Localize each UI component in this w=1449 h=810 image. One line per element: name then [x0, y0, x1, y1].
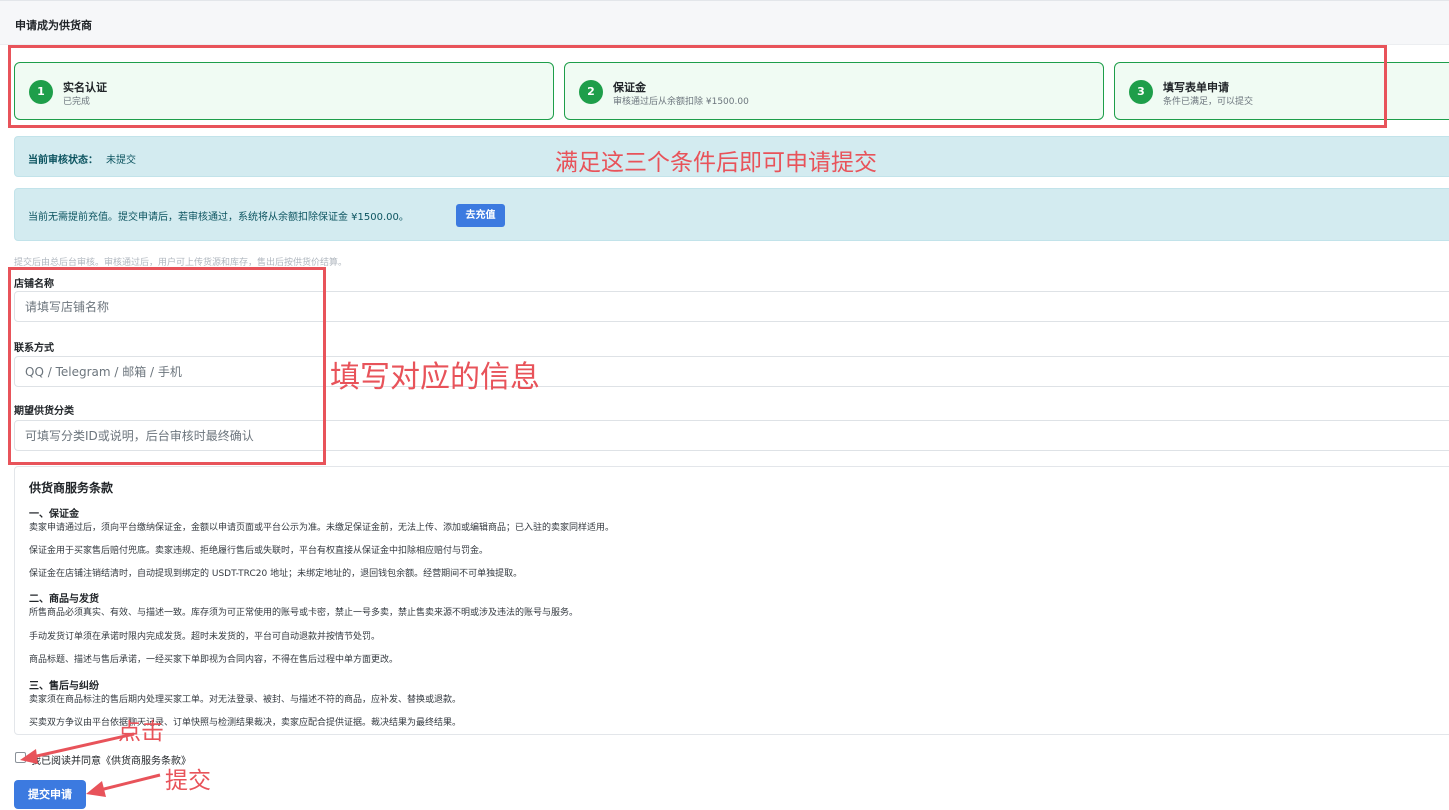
- terms-section-heading: 二、商品与发货: [29, 594, 99, 605]
- status-value: 未提交: [106, 155, 136, 166]
- annotation-steps-note: 满足这三个条件后即可申请提交: [555, 150, 877, 176]
- terms-paragraph: 所售商品必须真实、有效、与描述一致。库存须为可正常使用的账号或卡密，禁止一号多卖…: [29, 608, 579, 618]
- terms-paragraph: 保证金在店铺注销结清时，自动提现到绑定的 USDT-TRC20 地址；未绑定地址…: [29, 569, 523, 579]
- annotation-form-box: [8, 267, 326, 465]
- annotation-form-note: 填写对应的信息: [330, 360, 540, 395]
- page-header: 申请成为供货商: [0, 0, 1449, 45]
- terms-paragraph: 卖家须在商品标注的售后期内处理买家工单。对无法登录、被封、与描述不符的商品，应补…: [29, 695, 462, 705]
- recharge-button[interactable]: 去充值: [456, 204, 505, 227]
- recharge-alert: 当前无需提前充值。提交申请后，若审核通过，系统将从余额扣除保证金 ¥1500.0…: [14, 188, 1449, 241]
- annotation-steps-box: [8, 45, 1387, 128]
- annotation-click-note: 点击: [118, 719, 164, 745]
- recharge-text: 当前无需提前充值。提交申请后，若审核通过，系统将从余额扣除保证金 ¥1500.0…: [28, 212, 409, 223]
- terms-title: 供货商服务条款: [29, 481, 114, 495]
- submit-button[interactable]: 提交申请: [14, 780, 86, 809]
- page-title: 申请成为供货商: [15, 19, 92, 32]
- terms-paragraph: 商品标题、描述与售后承诺，一经买家下单即视为合同内容，不得在售后过程中单方面更改…: [29, 655, 399, 665]
- terms-paragraph: 买卖双方争议由平台依据聊天记录、订单快照与检测结果裁决，卖家应配合提供证据。裁决…: [29, 718, 462, 728]
- agree-checkbox[interactable]: [15, 752, 26, 763]
- annotation-submit-note: 提交: [165, 768, 211, 794]
- terms-section-heading: 一、保证金: [29, 509, 79, 520]
- terms-paragraph: 手动发货订单须在承诺时限内完成发货。超时未发货的，平台可自动退款并按情节处罚。: [29, 632, 381, 642]
- terms-paragraph: 卖家申请通过后，须向平台缴纳保证金，金额以申请页面或平台公示为准。未缴足保证金前…: [29, 523, 615, 533]
- terms-section-heading: 三、售后与纠纷: [29, 681, 99, 692]
- annotation-arrow-submit: [86, 773, 161, 797]
- status-label: 当前审核状态：: [28, 155, 98, 166]
- terms-paragraph: 保证金用于买家售后赔付兜底。卖家违规、拒绝履行售后或失联时，平台有权直接从保证金…: [29, 546, 489, 556]
- terms-panel[interactable]: 供货商服务条款 一、保证金 卖家申请通过后，须向平台缴纳保证金，金额以申请页面或…: [14, 466, 1449, 735]
